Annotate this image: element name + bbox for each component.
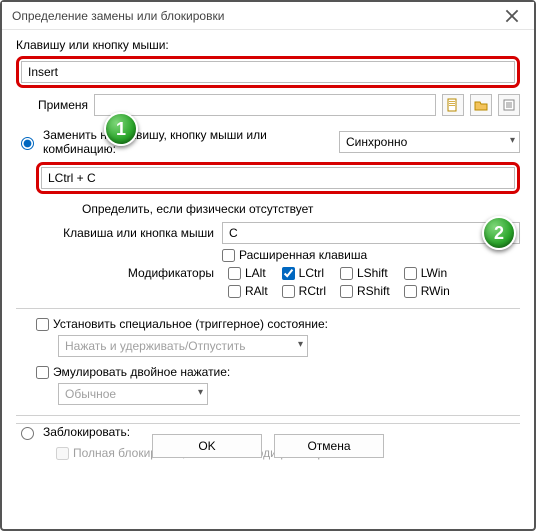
extended-key-row: Расширенная клавиша [222, 248, 367, 262]
key-c-combo[interactable] [222, 222, 520, 244]
ralt-label: RAlt [245, 284, 268, 298]
close-button[interactable] [496, 6, 528, 26]
extended-key-checkbox[interactable] [222, 249, 235, 262]
highlight-2 [36, 162, 520, 194]
window-title: Определение замены или блокировки [12, 9, 496, 23]
sync-combo[interactable] [339, 131, 520, 153]
key-input[interactable] [21, 61, 515, 83]
sync-combo-wrap [339, 131, 520, 153]
combo-input[interactable] [41, 167, 515, 189]
annotation-marker-1: 1 [104, 112, 138, 146]
divider-2 [16, 415, 520, 416]
ralt-checkbox[interactable] [228, 285, 241, 298]
dialog-content: Клавишу или кнопку мыши: Применя Заменит… [2, 30, 534, 470]
trigger-checkbox[interactable] [36, 318, 49, 331]
lwin-label: LWin [421, 266, 447, 280]
lshift-checkbox[interactable] [340, 267, 353, 280]
double-mode-combo[interactable] [58, 383, 208, 405]
apply-to-label: Применя [38, 98, 88, 112]
double-label: Эмулировать двойное нажатие: [53, 365, 230, 379]
modifiers-label: Модификаторы [44, 266, 214, 280]
lctrl-checkbox[interactable] [282, 267, 295, 280]
replace-radio-row: Заменить на клавишу, кнопку мыши или ком… [16, 128, 520, 156]
extended-key-label: Расширенная клавиша [239, 248, 367, 262]
key-or-mouse2-label: Клавиша или кнопка мыши [44, 226, 214, 240]
folder-icon [474, 98, 488, 112]
list-button[interactable] [498, 94, 520, 116]
open-button[interactable] [470, 94, 492, 116]
apply-row: Применя [16, 94, 520, 116]
modifiers-grid: LAlt LCtrl LShift LWin RAlt RCtrl RShift… [228, 266, 450, 298]
divider-1 [16, 308, 520, 309]
define-if-absent-label: Определить, если физически отсутствует [82, 202, 520, 216]
highlight-1 [16, 56, 520, 88]
key-or-mouse-label: Клавишу или кнопку мыши: [16, 38, 520, 52]
rshift-checkbox[interactable] [340, 285, 353, 298]
button-bar: OK Отмена [16, 423, 520, 462]
double-checkbox[interactable] [36, 366, 49, 379]
lwin-checkbox[interactable] [404, 267, 417, 280]
lshift-label: LShift [357, 266, 388, 280]
rwin-checkbox[interactable] [404, 285, 417, 298]
apply-to-combo[interactable] [94, 94, 436, 116]
ok-button[interactable]: OK [152, 434, 262, 458]
rwin-label: RWin [421, 284, 450, 298]
cancel-button[interactable]: Отмена [274, 434, 384, 458]
rctrl-label: RCtrl [299, 284, 326, 298]
replace-radio[interactable] [21, 137, 34, 150]
trigger-mode-combo[interactable] [58, 335, 308, 357]
titlebar: Определение замены или блокировки [2, 2, 534, 30]
list-icon [502, 98, 516, 112]
document-icon [446, 98, 460, 112]
lctrl-label: LCtrl [299, 266, 324, 280]
rctrl-checkbox[interactable] [282, 285, 295, 298]
annotation-marker-2: 2 [482, 216, 516, 250]
lalt-label: LAlt [245, 266, 266, 280]
trigger-label: Установить специальное (триггерное) сост… [53, 317, 328, 331]
inner-define: Определить, если физически отсутствует К… [44, 202, 520, 298]
trigger-block: Установить специальное (триггерное) сост… [36, 317, 520, 405]
close-icon [505, 9, 519, 23]
rshift-label: RShift [357, 284, 390, 298]
replace-radio-label: Заменить на клавишу, кнопку мыши или ком… [43, 128, 333, 156]
lalt-checkbox[interactable] [228, 267, 241, 280]
new-doc-button[interactable] [442, 94, 464, 116]
